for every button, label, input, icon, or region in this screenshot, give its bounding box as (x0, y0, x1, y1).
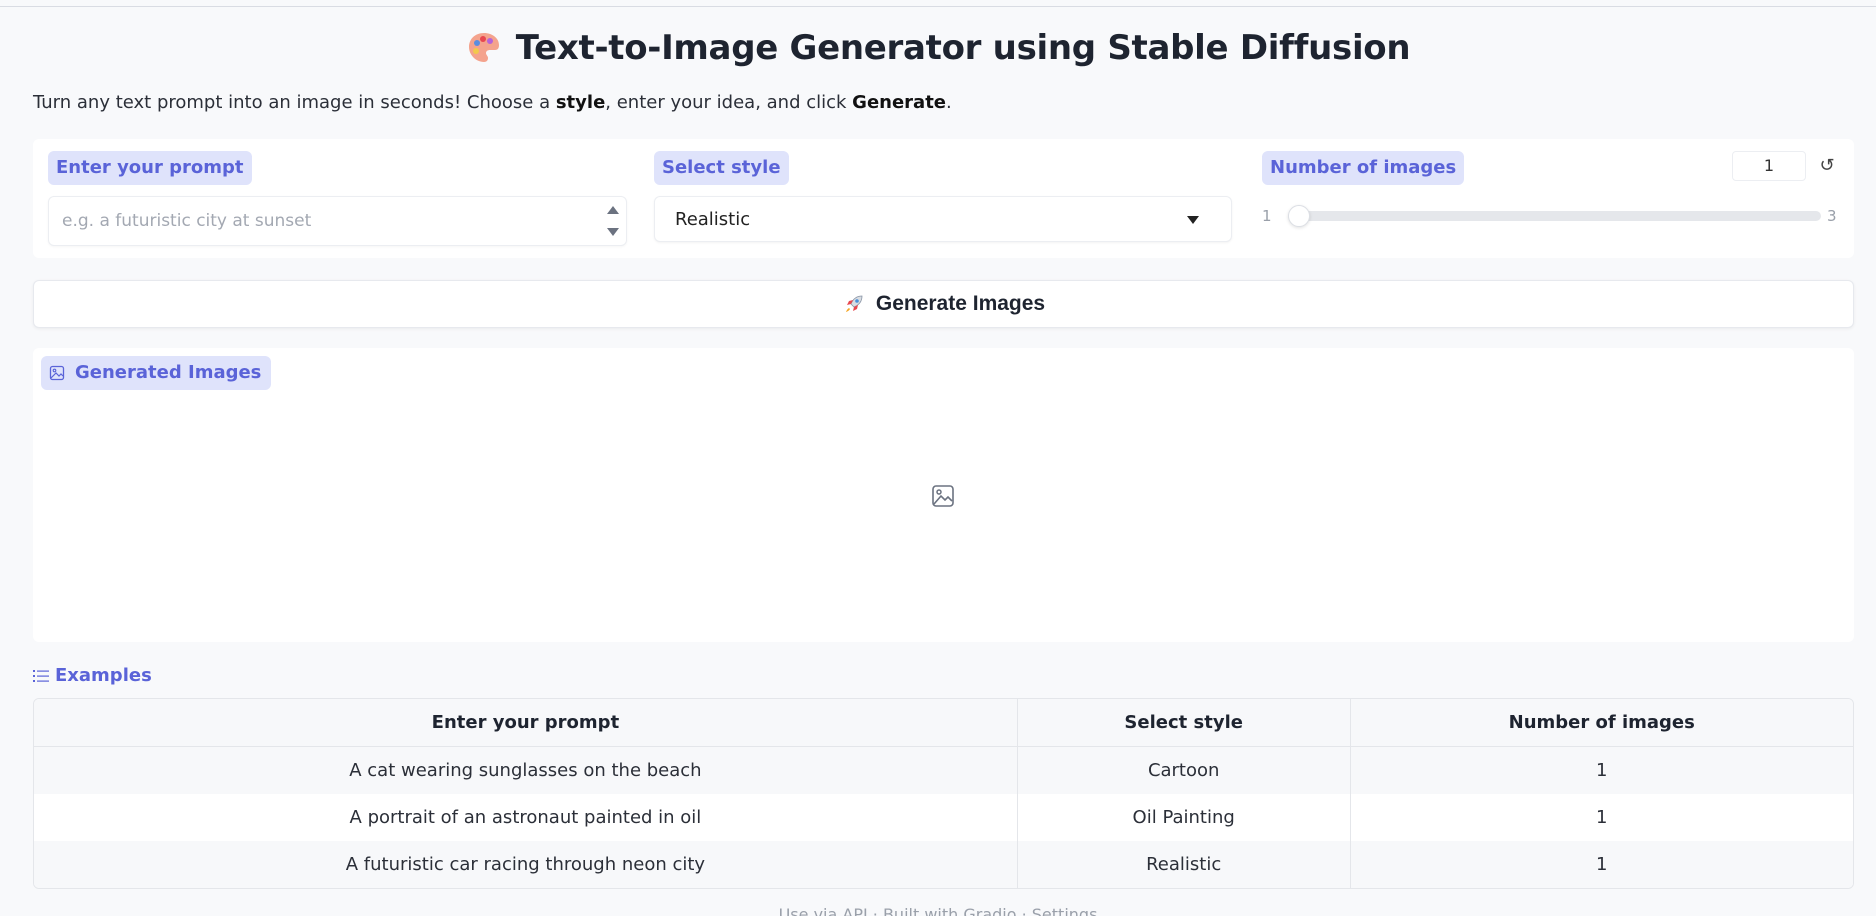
examples-header[interactable]: Examples (33, 665, 152, 686)
example-row[interactable]: A portrait of an astronaut painted in oi… (34, 794, 1853, 841)
example-row[interactable]: A cat wearing sunglasses on the beach Ca… (34, 747, 1853, 794)
scroll-down-arrow-icon[interactable] (605, 225, 621, 239)
column-header-num-images: Number of images (1349, 699, 1853, 747)
example-num-images-cell[interactable]: 1 (1349, 747, 1853, 794)
column-header-style: Select style (1016, 699, 1350, 747)
example-style-cell[interactable]: Cartoon (1016, 747, 1350, 794)
intro-part-2: , enter your idea, and click (605, 92, 853, 113)
column-header-prompt: Enter your prompt (34, 699, 1017, 747)
example-style-cell[interactable]: Realistic (1016, 841, 1350, 888)
empty-image-placeholder-icon (932, 485, 954, 507)
intro-generate-word: Generate (852, 92, 947, 113)
top-border (0, 0, 1876, 7)
generated-images-gallery: Generated Images (33, 348, 1854, 642)
controls-panel: Enter your prompt e.g. a futuristic city… (33, 139, 1854, 258)
prompt-placeholder: e.g. a futuristic city at sunset (62, 211, 312, 231)
example-row[interactable]: A futuristic car racing through neon cit… (34, 841, 1853, 888)
gallery-label: Generated Images (41, 356, 272, 390)
example-prompt-cell[interactable]: A cat wearing sunglasses on the beach (34, 747, 1017, 794)
footer-links[interactable]: Use via API · Built with Gradio · Settin… (0, 905, 1876, 916)
example-prompt-cell[interactable]: A futuristic car racing through neon cit… (34, 841, 1017, 888)
rocket-icon (845, 295, 863, 312)
page-title: Text-to-Image Generator using Stable Dif… (515, 28, 1411, 68)
prompt-input[interactable]: e.g. a futuristic city at sunset (48, 196, 627, 246)
num-images-slider-thumb[interactable] (1288, 205, 1310, 227)
example-style-cell[interactable]: Oil Painting (1016, 794, 1350, 841)
generate-images-button[interactable]: Generate Images (33, 280, 1854, 328)
generate-button-label: Generate Images (875, 292, 1046, 315)
reset-icon[interactable]: ↺ (1813, 152, 1841, 180)
intro-part-3: . (946, 92, 952, 113)
artist-palette-icon (468, 33, 499, 62)
examples-table: Enter your prompt Select style Number of… (33, 698, 1854, 889)
examples-header-row: Enter your prompt Select style Number of… (34, 699, 1853, 747)
examples-title: Examples (55, 665, 152, 686)
list-icon (33, 669, 49, 682)
slider-max-label: 3 (1827, 207, 1837, 225)
example-prompt-cell[interactable]: A portrait of an astronaut painted in oi… (34, 794, 1017, 841)
num-images-input[interactable]: 1 (1732, 151, 1806, 181)
example-num-images-cell[interactable]: 1 (1349, 841, 1853, 888)
intro-style-word: style (555, 92, 606, 113)
num-images-slider-track[interactable] (1288, 211, 1821, 221)
slider-min-label: 1 (1262, 207, 1272, 225)
page-header: Text-to-Image Generator using Stable Dif… (0, 28, 1876, 68)
style-label: Select style (654, 151, 789, 185)
dropdown-caret-icon (1187, 216, 1199, 224)
num-images-label: Number of images (1262, 151, 1465, 185)
gallery-label-text: Generated Images (75, 362, 262, 383)
image-icon (49, 365, 65, 381)
example-num-images-cell[interactable]: 1 (1349, 794, 1853, 841)
style-dropdown[interactable]: Realistic (654, 196, 1232, 242)
style-selected-value: Realistic (675, 209, 751, 230)
prompt-label: Enter your prompt (48, 151, 252, 185)
intro-text: Turn any text prompt into an image in se… (33, 92, 952, 113)
intro-part-1: Turn any text prompt into an image in se… (33, 92, 556, 113)
scroll-up-arrow-icon[interactable] (605, 203, 621, 217)
